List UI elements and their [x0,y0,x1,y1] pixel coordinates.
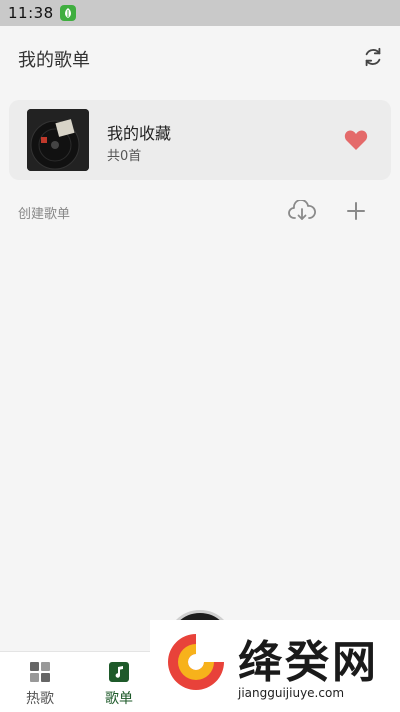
import-playlist-button[interactable] [287,198,317,224]
cloud-download-icon [288,200,316,220]
playlist-cover [27,109,89,171]
site-watermark: 绛癸网 jiangguijiuye.com [150,620,400,711]
favorites-count: 共0首 [107,149,142,164]
nav-item-playlists[interactable]: 歌单 [79,652,159,712]
music-note-icon [108,661,130,683]
watermark-url: jiangguijiuye.com [238,686,345,700]
grid-icon [29,661,51,683]
nav-item-hot-songs[interactable]: 热歌 [0,652,80,712]
refresh-icon [365,47,381,67]
status-time: 11:38 [8,4,54,22]
refresh-button[interactable] [360,44,386,70]
header: 我的歌单 [0,26,400,90]
watermark-logo-icon [168,634,224,690]
favorite-button[interactable] [343,127,369,153]
page-title: 我的歌单 [18,50,90,71]
favorites-playlist-card[interactable]: 我的收藏 共0首 [9,100,391,180]
nav-label-hot-songs: 热歌 [26,691,54,707]
nav-label-playlists: 歌单 [105,691,133,707]
create-playlist-label: 创建歌单 [18,207,71,222]
favorites-title: 我的收藏 [107,124,172,143]
plus-icon [347,202,365,220]
heart-icon [344,130,368,150]
add-playlist-button[interactable] [343,198,369,224]
status-bar: 11:38 [0,0,400,26]
leaf-app-icon [59,5,76,21]
watermark-brand: 绛癸网 [238,637,379,688]
